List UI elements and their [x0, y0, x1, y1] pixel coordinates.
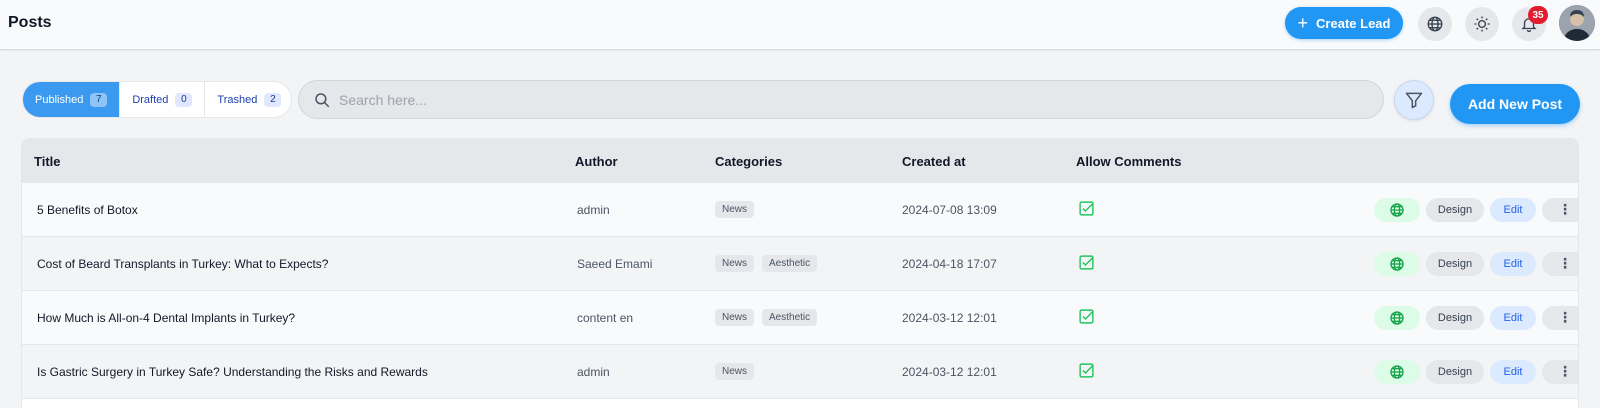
- post-created-at: 2024-03-12 12:01: [902, 364, 997, 379]
- post-categories: News: [715, 201, 755, 218]
- create-lead-label: Create Lead: [1316, 15, 1391, 31]
- post-author: content en: [577, 310, 634, 325]
- tab-published[interactable]: Published 7: [23, 82, 121, 117]
- top-bar: Posts + Create Lead 35: [0, 0, 1600, 50]
- post-categories: News: [715, 363, 755, 380]
- design-button[interactable]: Design: [1426, 359, 1484, 384]
- table-row[interactable]: How Much is All-on-4 Dental Implants in …: [22, 291, 1578, 345]
- edit-button[interactable]: Edit: [1490, 359, 1536, 384]
- post-author: admin: [577, 364, 610, 379]
- post-categories: News Aesthetic: [715, 309, 818, 326]
- category-chip: News: [715, 255, 755, 272]
- post-title[interactable]: 5 Benefits of Botox: [37, 203, 138, 217]
- post-title[interactable]: Cost of Beard Transplants in Turkey: Wha…: [37, 257, 328, 271]
- column-header[interactable]: Created at: [902, 154, 966, 169]
- search-icon: [315, 92, 330, 107]
- view-live-button[interactable]: [1374, 251, 1420, 276]
- allow-comments-check-icon: [1078, 362, 1095, 382]
- category-chip: Aesthetic: [762, 255, 818, 272]
- column-header[interactable]: Title: [34, 154, 61, 169]
- category-chip: News: [715, 363, 755, 380]
- tab-label: Published: [35, 93, 84, 106]
- search-input[interactable]: [339, 91, 1339, 108]
- globe-icon: [1390, 202, 1404, 217]
- search-bar: [298, 80, 1384, 119]
- globe-icon: [1390, 364, 1404, 379]
- page-title: Posts: [8, 14, 52, 31]
- globe-icon: [1390, 310, 1404, 325]
- row-actions: Design Edit ⋮: [1374, 251, 1578, 276]
- tab-trashed[interactable]: Trashed 2: [205, 82, 291, 117]
- more-options-button[interactable]: ⋮: [1542, 251, 1578, 276]
- edit-button[interactable]: Edit: [1490, 251, 1536, 276]
- filter-button[interactable]: [1394, 80, 1434, 120]
- post-author: Saeed Emami: [577, 256, 653, 271]
- post-created-at: 2024-07-08 13:09: [902, 202, 997, 217]
- column-header[interactable]: Allow Comments: [1076, 154, 1181, 169]
- tab-label: Trashed: [217, 93, 258, 106]
- allow-comments-check-icon: [1078, 308, 1095, 328]
- edit-button[interactable]: Edit: [1490, 197, 1536, 222]
- tab-count: 7: [90, 92, 108, 107]
- tab-label: Drafted: [132, 93, 169, 106]
- globe-icon: [1427, 16, 1443, 32]
- avatar[interactable]: [1559, 5, 1595, 41]
- view-live-button[interactable]: [1374, 305, 1420, 330]
- more-options-button[interactable]: ⋮: [1542, 305, 1578, 330]
- allow-comments-check-icon: [1078, 254, 1095, 274]
- more-options-button[interactable]: ⋮: [1542, 197, 1578, 222]
- row-actions: Design Edit ⋮: [1374, 359, 1578, 384]
- column-header[interactable]: Author: [575, 154, 618, 169]
- theme-toggle-button[interactable]: [1465, 7, 1499, 41]
- column-header[interactable]: Categories: [715, 154, 782, 169]
- tab-drafted[interactable]: Drafted 0: [120, 82, 206, 117]
- plus-icon: +: [1297, 13, 1309, 33]
- edit-button[interactable]: Edit: [1490, 305, 1536, 330]
- more-options-button[interactable]: ⋮: [1542, 359, 1578, 384]
- category-chip: Aesthetic: [762, 309, 818, 326]
- filter-icon: [1405, 92, 1423, 109]
- posts-table: Title Author Categories Created at Allow…: [21, 138, 1579, 408]
- row-actions: Design Edit ⋮: [1374, 305, 1578, 330]
- globe-icon: [1390, 256, 1404, 271]
- table-row[interactable]: Cost of Beard Transplants in Turkey: Wha…: [22, 237, 1578, 291]
- status-tabs: Published 7 Drafted 0 Trashed 2: [22, 81, 292, 118]
- category-chip: News: [715, 309, 755, 326]
- design-button[interactable]: Design: [1426, 305, 1484, 330]
- table-row[interactable]: 5 Benefits of Botox admin News 2024-07-0…: [22, 183, 1578, 237]
- avatar-image: [1559, 5, 1595, 41]
- post-title[interactable]: Is Gastric Surgery in Turkey Safe? Under…: [37, 365, 428, 379]
- table-row[interactable]: Is Gastric Surgery in Turkey Safe? Under…: [22, 345, 1578, 399]
- tab-count: 2: [264, 92, 282, 107]
- post-created-at: 2024-04-18 17:07: [902, 256, 997, 271]
- table-header: Title Author Categories Created at Allow…: [22, 139, 1578, 183]
- post-created-at: 2024-03-12 12:01: [902, 310, 997, 325]
- sun-icon: [1474, 16, 1490, 32]
- design-button[interactable]: Design: [1426, 251, 1484, 276]
- language-button[interactable]: [1418, 7, 1452, 41]
- row-actions: Design Edit ⋮: [1374, 197, 1578, 222]
- tab-count: 0: [175, 92, 193, 107]
- notification-badge: 35: [1528, 6, 1548, 24]
- add-new-post-button[interactable]: Add New Post: [1450, 84, 1580, 124]
- allow-comments-check-icon: [1078, 200, 1095, 220]
- post-categories: News Aesthetic: [715, 255, 818, 272]
- post-title[interactable]: How Much is All-on-4 Dental Implants in …: [37, 311, 295, 325]
- design-button[interactable]: Design: [1426, 197, 1484, 222]
- post-author: admin: [577, 202, 610, 217]
- view-live-button[interactable]: [1374, 197, 1420, 222]
- view-live-button[interactable]: [1374, 359, 1420, 384]
- category-chip: News: [715, 201, 755, 218]
- create-lead-button[interactable]: + Create Lead: [1285, 7, 1403, 39]
